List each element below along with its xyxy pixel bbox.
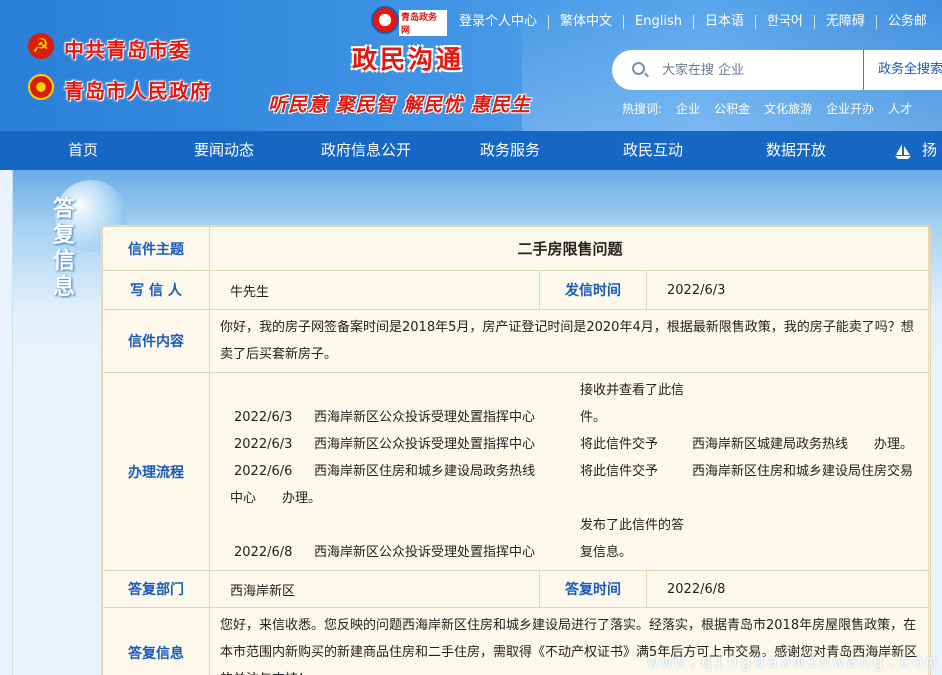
process-date: 2022/6/3: [234, 437, 293, 452]
subject-label: 信件主题: [102, 226, 210, 271]
process-date: 2022/6/6: [234, 464, 293, 479]
letter-content: 你好，我的房子网签备案时间是2018年5月，房产证登记时间是2020年4月，根据…: [208, 309, 932, 373]
hot-word[interactable]: 公积金: [714, 100, 750, 117]
national-emblem-icon: [28, 74, 54, 100]
process-action: 将此信件交予: [580, 464, 659, 479]
reply-label: 答复信息: [102, 607, 210, 675]
side-title: 答复信息: [52, 196, 75, 300]
search-button[interactable]: 政务全搜索: [863, 50, 942, 90]
process-step: 2022/6/8 西海岸新区公众投诉受理处置指挥中心 发布了此信件的答复信息。: [230, 512, 920, 566]
nav-gov-info[interactable]: 政府信息公开: [321, 131, 411, 170]
letter-subject: 二手房限售问题: [208, 226, 932, 271]
nav-services[interactable]: 政务服务: [480, 131, 540, 170]
writer-label: 写 信 人: [102, 270, 210, 310]
hot-word[interactable]: 人才: [888, 100, 912, 117]
traditional-chinese-link[interactable]: 繁体中文: [549, 15, 625, 29]
process-org: 西海岸新区公众投诉受理处置指挥中心: [314, 437, 536, 452]
letter-writer: 牛先生: [209, 270, 540, 310]
main-nav: 首页 要闻动态 政府信息公开 政务服务 政民互动 数据开放 扬帆: [0, 131, 942, 198]
process-org: 西海岸新区公众投诉受理处置指挥中心: [314, 410, 536, 425]
party-emblem-icon: [28, 33, 54, 59]
letter-detail-table: 信件主题 二手房限售问题 写 信 人 牛先生 发信时间 2022/6/3 信件内…: [101, 225, 932, 675]
reply-dept-label: 答复部门: [102, 570, 210, 608]
nav-yangfan[interactable]: 扬帆: [922, 131, 942, 198]
site-logo[interactable]: 青岛政务网: [371, 6, 447, 38]
process-label: 办理流程: [102, 372, 210, 571]
process-list: 2022/6/3 西海岸新区公众投诉受理处置指挥中心 接收并查看了此信件。 2022…: [208, 372, 932, 571]
accessibility-link[interactable]: 无障碍: [815, 15, 877, 29]
site-header: 中共青岛市委 青岛市人民政府 青岛政务网 政民沟通 听民意 聚民智 解民忧 惠民…: [0, 0, 942, 131]
search-input[interactable]: [662, 59, 852, 81]
sent-time-label: 发信时间: [539, 270, 647, 310]
hot-word[interactable]: 文化旅游: [764, 100, 812, 117]
korean-link[interactable]: 한국어: [756, 15, 815, 29]
nav-news[interactable]: 要闻动态: [194, 131, 254, 170]
hot-search-label: 热搜词:: [622, 102, 663, 116]
top-links: 登录个人中心 繁体中文 English 日本语 한국어 无障碍 公务邮: [448, 12, 938, 32]
process-step: 2022/6/3 西海岸新区公众投诉受理处置指挥中心 接收并查看了此信件。: [230, 377, 920, 431]
hot-word[interactable]: 企业: [676, 100, 700, 117]
login-link[interactable]: 登录个人中心: [448, 15, 550, 29]
process-action: 发布了此信件的答复信息。: [580, 518, 685, 560]
english-link[interactable]: English: [624, 15, 694, 29]
content-label: 信件内容: [102, 309, 210, 373]
process-target: 西海岸新区城建局政务热线 办理。: [692, 437, 914, 452]
nav-interaction[interactable]: 政民互动: [623, 131, 683, 170]
official-mail-link[interactable]: 公务邮: [877, 15, 938, 29]
logo-emblem-icon: [371, 6, 399, 34]
reply-date: 2022/6/8: [645, 570, 932, 608]
letter-sent-date: 2022/6/3: [645, 270, 932, 310]
nav-home[interactable]: 首页: [68, 131, 98, 170]
org-gov-link[interactable]: 青岛市人民政府: [64, 75, 211, 104]
hot-word[interactable]: 企业开办: [826, 100, 874, 117]
search-box: 政务全搜索: [612, 50, 942, 90]
logo-text: 青岛政务网: [399, 10, 447, 36]
sailboat-icon: [895, 144, 911, 159]
process-date: 2022/6/8: [234, 545, 293, 560]
reply-time-label: 答复时间: [539, 570, 647, 608]
process-date: 2022/6/3: [234, 410, 293, 425]
process-org: 西海岸新区住房和城乡建设局政务热线: [314, 464, 536, 479]
process-action: 将此信件交予: [580, 437, 659, 452]
site-title: 政民沟通: [352, 45, 465, 74]
slogan: 听民意 聚民智 解民忧 惠民生: [268, 94, 531, 116]
nav-open-data[interactable]: 数据开放: [766, 131, 826, 170]
org-party-link[interactable]: 中共青岛市委: [64, 34, 190, 63]
process-org: 西海岸新区公众投诉受理处置指挥中心: [314, 545, 536, 560]
search-icon: [632, 62, 645, 75]
process-step: 2022/6/6 西海岸新区住房和城乡建设局政务热线 将此信件交予 西海岸新区住房和城…: [230, 458, 920, 512]
process-action: 接收并查看了此信件。: [580, 383, 685, 425]
hot-search-words: 热搜词: 企业 公积金 文化旅游 企业开办 人才: [622, 100, 926, 117]
japanese-link[interactable]: 日本语: [694, 15, 756, 29]
process-step: 2022/6/3 西海岸新区公众投诉受理处置指挥中心 将此信件交予 西海岸新区城建局政…: [230, 431, 920, 458]
watermark: www.qingdaominwang.com: [648, 652, 940, 672]
reply-dept: 西海岸新区: [209, 570, 540, 608]
